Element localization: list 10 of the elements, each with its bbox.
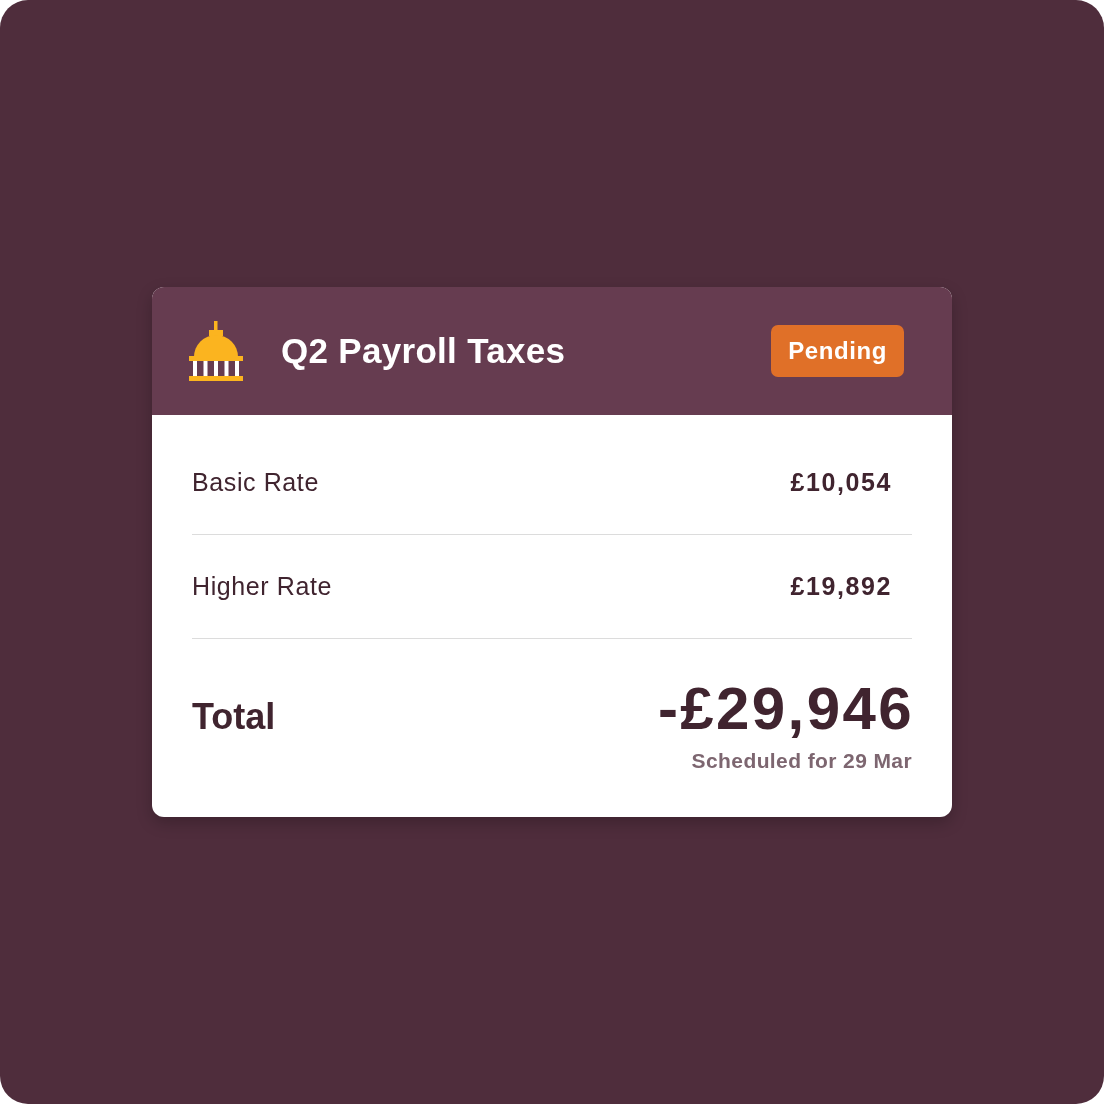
rate-amount: £10,054: [790, 468, 892, 497]
rate-label: Basic Rate: [192, 468, 319, 497]
total-label: Total: [192, 696, 276, 738]
government-building-icon: [189, 321, 243, 381]
rate-label: Higher Rate: [192, 572, 332, 601]
card-title: Q2 Payroll Taxes: [281, 331, 567, 371]
total-amount: -£29,946: [657, 677, 914, 741]
status-badge: Pending: [771, 325, 904, 377]
scheduled-date-note: Scheduled for 29 Mar: [691, 749, 912, 773]
rate-amount: £19,892: [790, 572, 892, 601]
